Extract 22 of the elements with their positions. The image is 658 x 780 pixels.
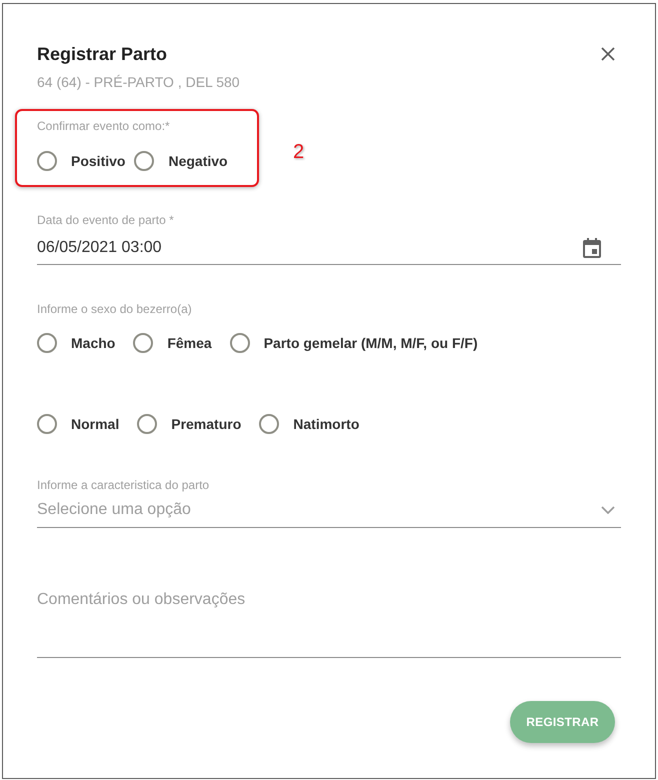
radio-option[interactable]: Normal: [37, 414, 120, 434]
field-label: Data do evento de parto *: [37, 212, 174, 228]
dialog-subtitle: 64 (64) - PRÉ-PARTO , DEL 580: [37, 73, 240, 92]
field-value: 06/05/2021 03:00: [37, 238, 162, 258]
radio-option[interactable]: Negativo: [134, 151, 228, 171]
radio-option[interactable]: Parto gemelar (M/M, M/F, ou F/F): [230, 333, 478, 353]
radio-option[interactable]: Prematuro: [137, 414, 242, 434]
close-icon: [601, 47, 615, 61]
group-label: Confirmar evento como:*: [37, 118, 170, 134]
radio-option[interactable]: Positivo: [37, 151, 126, 171]
calendar-icon: [583, 238, 601, 258]
close-button[interactable]: [601, 47, 615, 61]
radio-option[interactable]: Macho: [37, 333, 116, 353]
annotation-number: 2: [293, 140, 304, 164]
chevron-down-icon: [601, 506, 615, 514]
select-placeholder: Selecione uma opção: [37, 500, 191, 520]
radio-option[interactable]: Natimorto: [259, 414, 360, 434]
group-label: Informe o sexo do bezerro(a): [37, 301, 192, 317]
field-label: Informe a caracteristica do parto: [37, 477, 210, 493]
radio-option[interactable]: Fêmea: [133, 333, 212, 353]
date-field[interactable]: Data do evento de parto * 06/05/2021 03:00: [37, 212, 621, 265]
dialog-title: Registrar Parto: [37, 43, 168, 66]
